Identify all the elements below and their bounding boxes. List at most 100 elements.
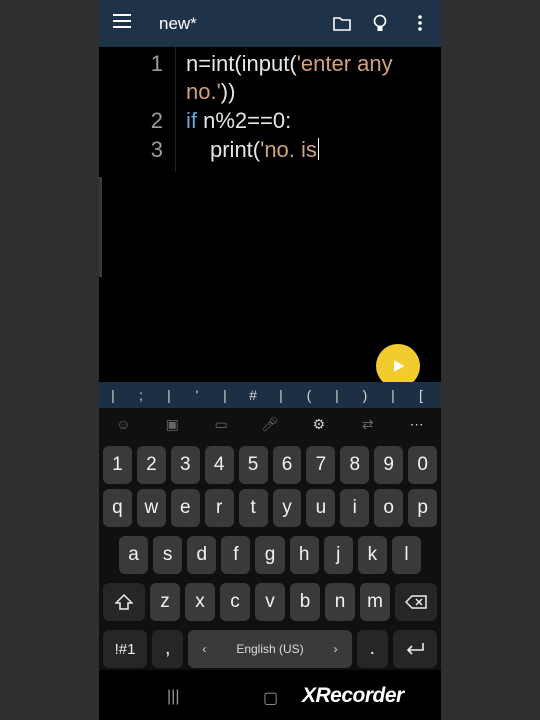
enter-key[interactable] bbox=[392, 630, 437, 668]
line-number: 3 bbox=[150, 137, 163, 162]
play-icon bbox=[394, 360, 404, 372]
code-text: n=int(input( bbox=[186, 51, 297, 76]
symbol-key[interactable]: ) bbox=[351, 387, 379, 403]
more-vert-icon[interactable] bbox=[409, 12, 431, 34]
key[interactable]: t bbox=[238, 489, 268, 527]
symbol-key[interactable]: ; bbox=[127, 387, 155, 403]
key[interactable]: w bbox=[136, 489, 166, 527]
shift-icon bbox=[115, 594, 133, 610]
settings-icon[interactable]: ⚙ bbox=[294, 408, 343, 440]
key[interactable]: m bbox=[360, 583, 390, 621]
code-editor[interactable]: 1 2 3 n=int(input('enter any no.')) if n… bbox=[99, 47, 441, 382]
key[interactable]: z bbox=[150, 583, 180, 621]
translate-icon[interactable]: ⇄ bbox=[343, 408, 392, 440]
key[interactable]: j bbox=[323, 536, 353, 574]
app-bar: new* bbox=[99, 0, 441, 47]
line-number: 1 bbox=[150, 51, 163, 76]
code-line-1-wrap: no.')) bbox=[186, 79, 235, 105]
key[interactable]: f bbox=[221, 536, 251, 574]
symbols-key[interactable]: !#1 bbox=[103, 630, 147, 668]
chevron-left-icon: ‹ bbox=[202, 642, 207, 656]
space-bar[interactable]: ‹ English (US) › bbox=[188, 630, 352, 668]
code-line-1: n=int(input('enter any bbox=[186, 51, 393, 77]
symbol-key[interactable]: | bbox=[99, 387, 127, 403]
code-keyword: if bbox=[186, 108, 197, 133]
symbol-key[interactable]: | bbox=[323, 387, 351, 403]
key[interactable]: n bbox=[325, 583, 355, 621]
symbol-key[interactable]: | bbox=[267, 387, 295, 403]
folder-icon[interactable] bbox=[331, 12, 353, 34]
number-row: 1 2 3 4 5 6 7 8 9 0 bbox=[103, 446, 438, 484]
key[interactable]: c bbox=[220, 583, 250, 621]
key[interactable]: d bbox=[187, 536, 217, 574]
qwerty-row: q w e r t y u i o p bbox=[103, 489, 438, 527]
menu-icon[interactable] bbox=[113, 14, 131, 30]
symbol-key[interactable]: ( bbox=[295, 387, 323, 403]
key[interactable]: 7 bbox=[306, 446, 336, 484]
sticker-icon[interactable]: ▣ bbox=[148, 408, 197, 440]
code-text: print( bbox=[210, 137, 261, 162]
key[interactable]: 3 bbox=[170, 446, 200, 484]
bottom-row: !#1 , ‹ English (US) › . bbox=[103, 630, 437, 668]
code-text: n%2==0: bbox=[197, 108, 292, 133]
key[interactable]: 6 bbox=[272, 446, 302, 484]
key[interactable]: i bbox=[340, 489, 370, 527]
more-horiz-icon[interactable]: ⋯ bbox=[392, 408, 441, 440]
backspace-icon bbox=[405, 595, 427, 609]
lightbulb-icon[interactable] bbox=[369, 12, 391, 34]
key[interactable]: 5 bbox=[238, 446, 268, 484]
key[interactable]: g bbox=[255, 536, 285, 574]
key[interactable]: s bbox=[153, 536, 183, 574]
backspace-key[interactable] bbox=[395, 583, 437, 621]
code-line-3: print('no. is bbox=[210, 137, 319, 163]
shift-key[interactable] bbox=[103, 583, 145, 621]
key[interactable]: b bbox=[290, 583, 320, 621]
key[interactable]: r bbox=[204, 489, 234, 527]
key[interactable]: o bbox=[374, 489, 404, 527]
code-string: 'enter any bbox=[296, 51, 393, 76]
code-string: no.' bbox=[186, 79, 221, 104]
key[interactable]: y bbox=[272, 489, 302, 527]
language-label: English (US) bbox=[236, 642, 304, 656]
letterbox-right bbox=[441, 0, 540, 720]
key[interactable]: 9 bbox=[374, 446, 404, 484]
key[interactable]: p bbox=[408, 489, 438, 527]
symbol-key[interactable]: [ bbox=[407, 387, 435, 403]
key[interactable]: k bbox=[357, 536, 387, 574]
key[interactable]: h bbox=[289, 536, 319, 574]
scrollbar[interactable] bbox=[99, 177, 102, 277]
key[interactable]: q bbox=[103, 489, 132, 527]
key[interactable]: l bbox=[391, 536, 421, 574]
mic-icon[interactable]: 🎤︎ bbox=[246, 408, 295, 440]
key[interactable]: a bbox=[119, 536, 149, 574]
gif-icon[interactable]: ▭ bbox=[197, 408, 246, 440]
zxcv-row: z x c v b n m bbox=[103, 583, 437, 621]
chevron-right-icon: › bbox=[333, 642, 338, 656]
key[interactable]: 4 bbox=[204, 446, 234, 484]
key[interactable]: 0 bbox=[408, 446, 438, 484]
key[interactable]: 8 bbox=[340, 446, 370, 484]
code-text: )) bbox=[220, 79, 236, 104]
key[interactable]: e bbox=[170, 489, 200, 527]
code-string: 'no. is bbox=[260, 137, 317, 162]
line-number: 2 bbox=[150, 108, 163, 133]
key[interactable]: 2 bbox=[136, 446, 166, 484]
emoji-icon[interactable]: ☺ bbox=[99, 408, 148, 440]
symbol-bar: | ; | ' | # | ( | ) | [ bbox=[99, 382, 441, 408]
home-icon[interactable]: ▢ bbox=[263, 688, 278, 708]
recent-apps-icon[interactable]: ||| bbox=[167, 688, 179, 706]
comma-key[interactable]: , bbox=[152, 630, 184, 668]
symbol-key[interactable]: | bbox=[155, 387, 183, 403]
symbol-key[interactable]: # bbox=[239, 387, 267, 403]
symbol-key[interactable]: | bbox=[211, 387, 239, 403]
key[interactable]: u bbox=[306, 489, 336, 527]
file-title: new* bbox=[159, 14, 197, 33]
soft-keyboard: ☺ ▣ ▭ 🎤︎ ⚙ ⇄ ⋯ 1 2 3 4 5 6 7 8 9 0 q w e… bbox=[99, 408, 441, 670]
symbol-key[interactable]: ' bbox=[183, 387, 211, 403]
key[interactable]: v bbox=[255, 583, 285, 621]
period-key[interactable]: . bbox=[356, 630, 388, 668]
text-cursor bbox=[317, 138, 319, 160]
key[interactable]: x bbox=[185, 583, 215, 621]
key[interactable]: 1 bbox=[103, 446, 132, 484]
symbol-key[interactable]: | bbox=[379, 387, 407, 403]
